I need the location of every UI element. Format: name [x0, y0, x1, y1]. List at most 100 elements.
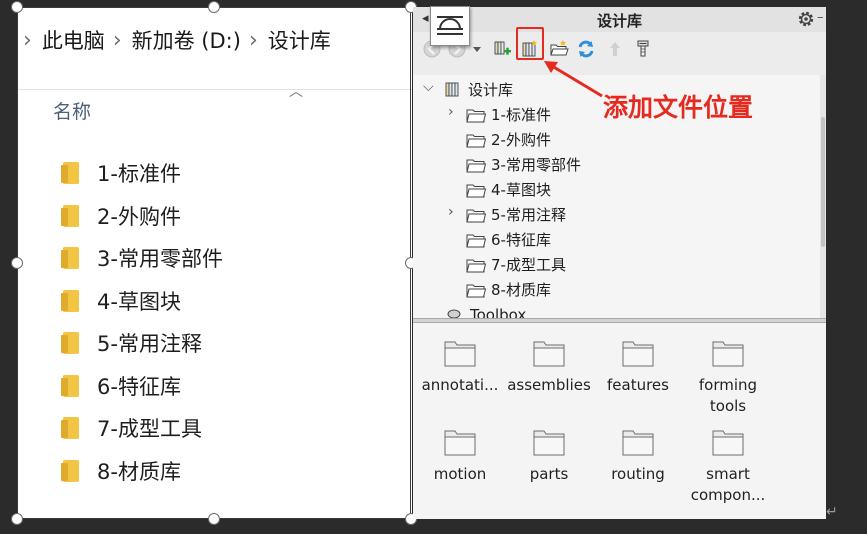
tree-item[interactable]: 6-特征库	[466, 227, 551, 252]
title-bar: ◂ 设计库 –	[413, 7, 826, 32]
tree-scrollbar-thumb[interactable]	[821, 117, 825, 247]
folder-icon	[61, 289, 79, 312]
add-file-location-icon[interactable]	[520, 39, 540, 59]
tree-item-label: 5-常用注释	[491, 206, 566, 224]
folder-name: 3-常用零部件	[97, 247, 223, 272]
resize-handle-top-left[interactable]	[11, 1, 23, 13]
folder-icon	[444, 430, 476, 456]
folder-icon	[622, 341, 654, 367]
folder-icon	[466, 184, 486, 197]
resize-handle-bottom[interactable]	[208, 513, 220, 525]
tree-item[interactable]: 1-标准件	[466, 102, 551, 127]
gear-icon[interactable]	[797, 10, 815, 28]
list-item[interactable]: 8-材质库	[61, 450, 223, 493]
tree-item[interactable]: 3-常用零部件	[466, 152, 581, 177]
layout-options-button[interactable]	[430, 6, 470, 46]
tree-item[interactable]: 2-外购件	[466, 127, 551, 152]
folder-icon	[712, 341, 744, 367]
breadcrumb-chevron-icon[interactable]: ›	[249, 28, 258, 53]
grid-item-features[interactable]: features	[592, 339, 684, 396]
toolbar	[413, 27, 826, 67]
tree-item[interactable]: 5-常用注释	[466, 202, 566, 227]
breadcrumb-drive-d[interactable]: 新加卷 (D:)	[132, 25, 241, 55]
grid-item-assemblies[interactable]: assemblies	[503, 339, 595, 396]
folder-name: 6-特征库	[97, 374, 181, 399]
list-item[interactable]: 4-草图块	[61, 280, 223, 323]
grid-item-annotations[interactable]: annotati...	[414, 339, 506, 396]
folder-icon	[61, 204, 79, 227]
grid-item-parts[interactable]: parts	[503, 428, 595, 485]
list-item[interactable]: 1-标准件	[61, 152, 223, 195]
column-header-name[interactable]: 名称	[53, 97, 91, 124]
breadcrumb-chevron-icon[interactable]: ›	[23, 28, 32, 53]
grid-item-smart-components[interactable]: smart compon...	[682, 428, 774, 506]
list-item[interactable]: 3-常用零部件	[61, 237, 223, 280]
tree-item[interactable]: 4-草图块	[466, 177, 551, 202]
folder-icon	[61, 162, 79, 185]
folder-list: 1-标准件 2-外购件 3-常用零部件 4-草图块 5-常用注释 6-特征库 7…	[61, 152, 223, 492]
design-library-icon	[445, 82, 459, 96]
tree-item-label: 6-特征库	[491, 231, 551, 249]
grid-item-label: annotati...	[421, 376, 499, 394]
folder-icon	[533, 341, 565, 367]
breadcrumb-design-library[interactable]: 设计库	[268, 25, 331, 55]
grid-item-label: forming tools	[698, 376, 758, 415]
folder-icon	[61, 417, 79, 440]
annotation-label: 添加文件位置	[603, 93, 754, 122]
folder-icon	[61, 332, 79, 355]
tree-item[interactable]: 8-材质库	[466, 277, 551, 302]
list-item[interactable]: 2-外购件	[61, 195, 223, 238]
refresh-icon[interactable]	[576, 39, 596, 59]
up-icon[interactable]	[605, 39, 625, 59]
folder-icon	[466, 134, 486, 147]
folder-icon	[61, 459, 79, 482]
menu-dash-icon[interactable]: –	[817, 10, 824, 25]
sort-ascending-icon: ︿	[289, 84, 303, 100]
add-library-icon[interactable]	[492, 39, 512, 59]
folder-name: 8-材质库	[97, 459, 181, 484]
tree-item-label: 4-草图块	[491, 181, 551, 199]
tree-root[interactable]: 设计库	[443, 77, 513, 102]
breadcrumb-this-pc[interactable]: 此电脑	[42, 25, 105, 55]
chevron-right-icon[interactable]: ›	[448, 104, 454, 120]
paragraph-mark-icon: ↵	[826, 504, 838, 520]
header-divider	[17, 89, 412, 90]
folder-icon	[466, 259, 486, 272]
options-icon[interactable]	[633, 39, 653, 59]
grid-item-label: routing	[611, 465, 665, 483]
grid-item-motion[interactable]: motion	[414, 428, 506, 485]
folder-name: 1-标准件	[97, 162, 181, 187]
folder-name: 7-成型工具	[97, 417, 202, 442]
tree-item[interactable]: 7-成型工具	[466, 252, 566, 277]
chevron-right-icon[interactable]: ›	[448, 204, 454, 220]
grid-item-label: features	[607, 376, 669, 394]
tree-item-label: 3-常用零部件	[491, 156, 581, 174]
tree-item-toolbox[interactable]: Toolbox	[445, 302, 526, 318]
grid-item-routing[interactable]: routing	[592, 428, 684, 485]
grid-item-label: motion	[433, 465, 487, 483]
grid-item-forming-tools[interactable]: forming tools	[682, 339, 774, 417]
folder-icon	[466, 234, 486, 247]
tree-item-label: 7-成型工具	[491, 256, 566, 274]
grid-item-label: parts	[529, 465, 569, 483]
folder-icon	[61, 374, 79, 397]
explorer-panel: › 此电脑 › 新加卷 (D:) › 设计库 ︿ 名称 1-标准件 2-外购件 …	[17, 7, 412, 519]
list-item[interactable]: 6-特征库	[61, 365, 223, 408]
resize-handle-left[interactable]	[11, 257, 23, 269]
resize-handle-top[interactable]	[208, 1, 220, 13]
tree-root-label: 设计库	[468, 81, 514, 99]
list-item[interactable]: 7-成型工具	[61, 407, 223, 450]
grid-item-label: assemblies	[507, 376, 591, 394]
chevron-down-icon[interactable]: ⌵	[423, 79, 434, 95]
folder-icon	[533, 430, 565, 456]
chevron-down-icon[interactable]	[471, 39, 483, 59]
breadcrumb-chevron-icon[interactable]: ›	[113, 28, 122, 53]
list-item[interactable]: 5-常用注释	[61, 322, 223, 365]
grid-item-label: smart compon...	[690, 465, 766, 504]
tree-item-label: Toolbox	[470, 305, 527, 319]
resize-handle-bottom-left[interactable]	[11, 513, 23, 525]
library-contents: annotati... assemblies features forming …	[413, 323, 826, 519]
panel-title: 设计库	[596, 12, 642, 30]
text-wrap-icon	[437, 16, 463, 35]
create-folder-icon[interactable]	[549, 39, 569, 59]
